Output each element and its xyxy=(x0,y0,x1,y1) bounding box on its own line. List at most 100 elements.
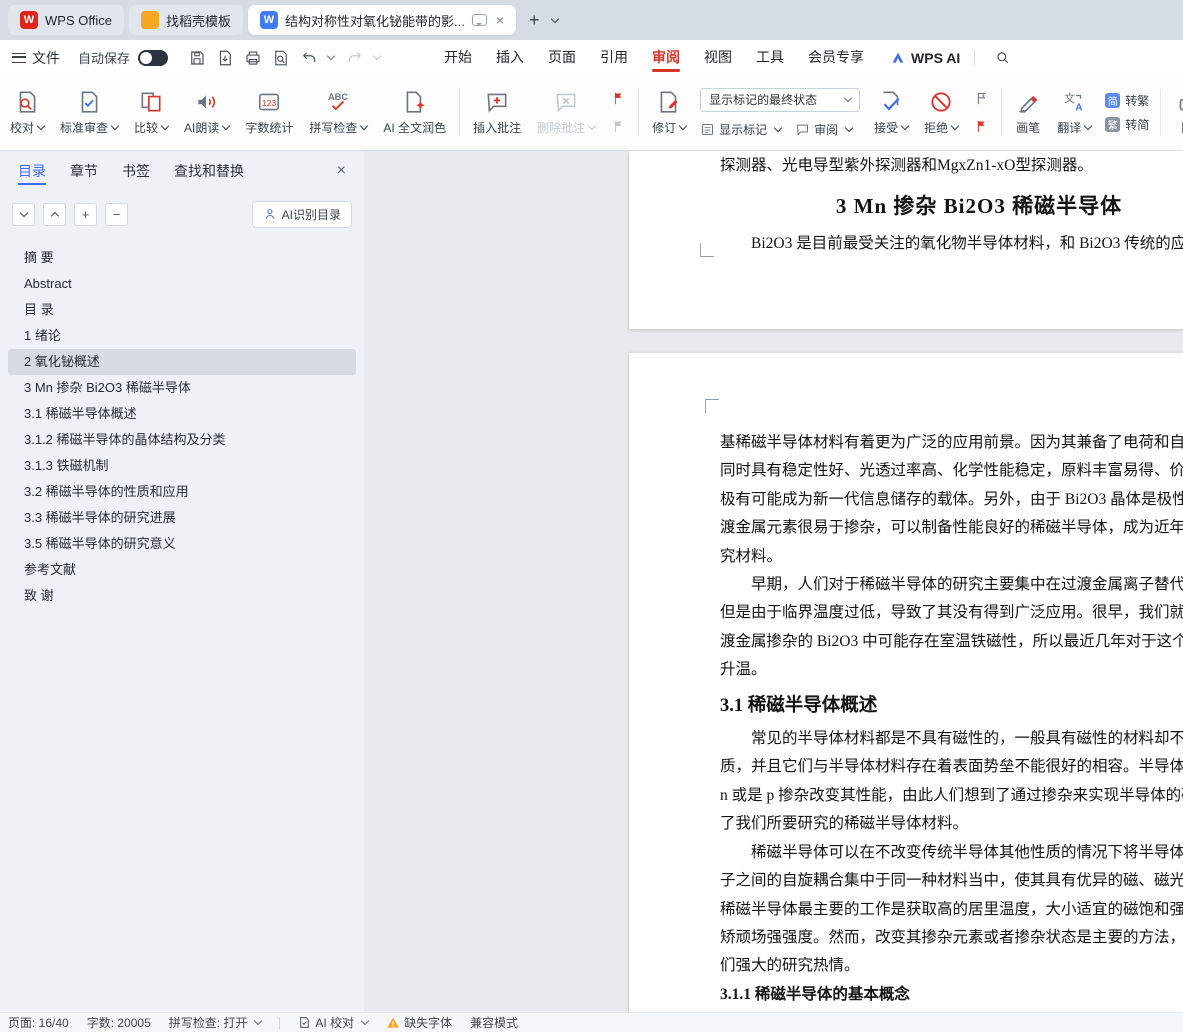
ai-read-button[interactable]: AI朗读 xyxy=(176,80,237,145)
menu-tab-review[interactable]: 审阅 xyxy=(640,40,692,75)
spell-check-button[interactable]: ABC 拼写检查 xyxy=(301,80,375,145)
document-text-line[interactable]: 渡金属元素很易于掺杂，可以制备性能良好的稀磁半导体，成为近年来发展 xyxy=(720,514,1183,542)
toc-item[interactable]: 3.1.3 铁磁机制 xyxy=(8,453,356,479)
undo-chevron-icon[interactable] xyxy=(326,51,336,61)
expand-all-button[interactable] xyxy=(12,202,35,226)
document-text-line[interactable]: 升温。 xyxy=(720,656,1183,684)
toc-item[interactable]: 致 谢 xyxy=(8,583,356,609)
document-canvas[interactable]: 探测器、光电导型紫外探测器和MgxZn1-xO型探测器。 3 Mn 掺杂 Bi2… xyxy=(364,151,1183,1012)
section-heading-3-1-1[interactable]: 3.1.1 稀磁半导体的基本概念 xyxy=(720,981,1183,1009)
document-page-previous[interactable]: 探测器、光电导型紫外探测器和MgxZn1-xO型探测器。 3 Mn 掺杂 Bi2… xyxy=(629,151,1183,329)
document-text-line[interactable]: 稀磁半导体最主要的工作是获取高的居里温度，大小适宜的磁饱和强度、剩 xyxy=(720,896,1183,924)
print-icon[interactable] xyxy=(240,46,266,70)
menu-tab-insert[interactable]: 插入 xyxy=(484,40,536,75)
document-text-line[interactable]: 了我们所要研究的稀磁半导体材料。 xyxy=(720,810,1183,838)
document-text-line[interactable]: 渡金属掺杂的 Bi2O3 中可能存在室温铁磁性，所以最近几年对于这个课题的 xyxy=(720,628,1183,656)
spell-check-status[interactable]: 拼写检查: 打开 xyxy=(169,1014,263,1031)
toc-item[interactable]: 3.2 稀磁半导体的性质和应用 xyxy=(8,479,356,505)
comment-bubble-icon[interactable] xyxy=(471,14,487,26)
review-pane-button[interactable]: 审阅 xyxy=(795,121,854,138)
redo-chevron-icon[interactable] xyxy=(372,51,382,61)
document-page-current[interactable]: 基稀磁半导体材料有着更为广泛的应用前景。因为其兼备了电荷和自旋两个 同时具有稳定… xyxy=(629,353,1183,1012)
document-text-line[interactable]: 同时具有稳定性好、光透过率高、化学性能稳定，原料丰富易得、价格低廉 xyxy=(720,457,1183,485)
delete-comment-button[interactable]: 删除批注 xyxy=(529,80,603,145)
translate-button[interactable]: 文A 翻译 xyxy=(1049,80,1099,145)
toc-item[interactable]: 摘 要 xyxy=(8,245,356,271)
menu-tab-home[interactable]: 开始 xyxy=(432,40,484,75)
menu-tab-view[interactable]: 视图 xyxy=(692,40,744,75)
document-text-line[interactable]: 基稀磁半导体材料有着更为广泛的应用前景。因为其兼备了电荷和自旋两个 xyxy=(720,429,1183,457)
markup-state-dropdown[interactable]: 显示标记的最终状态 xyxy=(700,87,861,112)
section-heading-3-1[interactable]: 3.1 稀磁半导体概述 xyxy=(720,685,1183,725)
previous-change-flag-icon[interactable] xyxy=(970,89,992,109)
page-indicator[interactable]: 页面: 16/40 xyxy=(8,1014,69,1031)
sidebar-tab-bookmarks[interactable]: 书签 xyxy=(122,151,150,191)
word-count-button[interactable]: 123 字数统计 xyxy=(237,80,301,145)
close-sidebar-icon[interactable]: × xyxy=(337,162,346,180)
document-text-line[interactable]: 们强大的研究热情。 xyxy=(720,952,1183,980)
toc-item[interactable]: 3 Mn 掺杂 Bi2O3 稀磁半导体 xyxy=(8,375,356,401)
collapse-all-button[interactable] xyxy=(43,202,66,226)
sidebar-tab-find-replace[interactable]: 查找和替换 xyxy=(174,151,244,191)
document-text-line[interactable]: 稀释磁性半导体在过去的 20 年来一直是十分活跃的研究对象，主要原 xyxy=(720,1009,1183,1012)
document-text-line[interactable]: 探测器、光电导型紫外探测器和MgxZn1-xO型探测器。 xyxy=(629,151,1183,179)
search-icon[interactable] xyxy=(989,46,1015,70)
document-text-line[interactable]: 子之间的自旋耦合集中于同一种材料当中，使其具有优异的磁、磁光、磁电 xyxy=(720,867,1183,895)
menu-tab-member[interactable]: 会员专享 xyxy=(796,40,876,75)
simplified-to-traditional-button[interactable]: 简 转繁 xyxy=(1105,92,1149,109)
print-preview-icon[interactable] xyxy=(268,46,294,70)
toc-item[interactable]: 3.1.2 稀磁半导体的晶体结构及分类 xyxy=(8,427,356,453)
ai-polish-button[interactable]: AI 全文润色 xyxy=(375,80,454,145)
document-text-line[interactable]: 稀磁半导体可以在不改变传统半导体其他性质的情况下将半导体的电 xyxy=(720,839,1183,867)
document-text-line[interactable]: n 或是 p 掺杂改变其性能，由此人们想到了通过掺杂来实现半导体的磁性机 xyxy=(720,782,1183,810)
menu-tab-page[interactable]: 页面 xyxy=(536,40,588,75)
insert-comment-button[interactable]: 插入批注 xyxy=(465,80,529,145)
redo-icon[interactable] xyxy=(342,46,368,70)
undo-icon[interactable] xyxy=(296,46,322,70)
toc-item[interactable]: 3.1 稀磁半导体概述 xyxy=(8,401,356,427)
menu-tab-tools[interactable]: 工具 xyxy=(744,40,796,75)
restrict-edit-button[interactable]: 限 xyxy=(1166,80,1183,145)
sidebar-tab-contents[interactable]: 目录 xyxy=(18,151,46,191)
next-change-flag-icon[interactable] xyxy=(970,117,992,137)
document-text-line[interactable]: 究材料。 xyxy=(720,543,1183,571)
zoom-in-toc-button[interactable]: + xyxy=(74,202,97,226)
document-text-line[interactable]: 极有可能成为新一代信息储存的载体。另外，由于 Bi2O3 晶体是极性生长的 xyxy=(720,486,1183,514)
toc-item-selected[interactable]: 2 氧化铋概述 xyxy=(8,349,356,375)
word-count-indicator[interactable]: 字数: 20005 xyxy=(87,1014,151,1031)
file-menu[interactable]: 文件 xyxy=(32,48,60,68)
document-text-line[interactable]: 矫顽场强强度。然而，改变其掺杂元素或者掺杂状态是主要的方法，近年来 xyxy=(720,924,1183,952)
document-text-line[interactable]: 质，并且它们与半导体材料存在着表面势垒不能很好的相容。半导体可以通 xyxy=(720,753,1183,781)
tab-document[interactable]: W 结构对称性对氧化铋能带的影... × xyxy=(247,5,516,35)
toc-item[interactable]: Abstract xyxy=(8,271,356,297)
toc-item[interactable]: 目 录 xyxy=(8,297,356,323)
hamburger-menu-icon[interactable] xyxy=(12,52,26,63)
proofread-button[interactable]: 校对 xyxy=(2,80,52,145)
wps-ai-menu[interactable]: WPS AI xyxy=(890,50,960,66)
traditional-to-simplified-button[interactable]: 繁 转简 xyxy=(1105,116,1149,133)
reject-change-button[interactable]: 拒绝 xyxy=(916,80,966,145)
tab-list-chevron-icon[interactable] xyxy=(550,14,559,23)
zoom-out-toc-button[interactable]: − xyxy=(105,202,128,226)
missing-font-warning[interactable]: 缺失字体 xyxy=(386,1014,452,1031)
ai-proofread-status[interactable]: AI 校对 xyxy=(298,1014,370,1031)
standard-review-button[interactable]: 标准审查 xyxy=(52,80,126,145)
toc-item[interactable]: 1 绪论 xyxy=(8,323,356,349)
document-text-line[interactable]: 但是由于临界温度过低，导致了其没有得到广泛应用。很早，我们就有理论 xyxy=(720,599,1183,627)
document-text-line[interactable]: 常见的半导体材料都是不具有磁性的，一般具有磁性的材料却不具有半 xyxy=(720,725,1183,753)
show-markup-button[interactable]: 显示标记 xyxy=(700,121,783,138)
tab-wps-home[interactable]: W WPS Office xyxy=(8,5,124,35)
ai-recognize-toc-button[interactable]: AI识别目录 xyxy=(251,200,352,228)
export-pdf-icon[interactable] xyxy=(212,46,238,70)
previous-comment-flag-icon[interactable] xyxy=(607,89,629,109)
close-tab-icon[interactable]: × xyxy=(496,12,504,28)
toc-item[interactable]: 3.3 稀磁半导体的研究进展 xyxy=(8,505,356,531)
toc-item[interactable]: 参考文献 xyxy=(8,557,356,583)
accept-change-button[interactable]: 接受 xyxy=(866,80,916,145)
compatibility-mode-indicator[interactable]: 兼容模式 xyxy=(470,1014,518,1031)
track-changes-button[interactable]: 修订 xyxy=(644,80,694,145)
sidebar-tab-chapters[interactable]: 章节 xyxy=(70,151,98,191)
chapter-heading[interactable]: 3 Mn 掺杂 Bi2O3 稀磁半导体 xyxy=(629,190,1183,220)
tab-docer-templates[interactable]: 找稻壳模板 xyxy=(128,5,243,35)
new-tab-button[interactable]: + xyxy=(521,10,548,31)
